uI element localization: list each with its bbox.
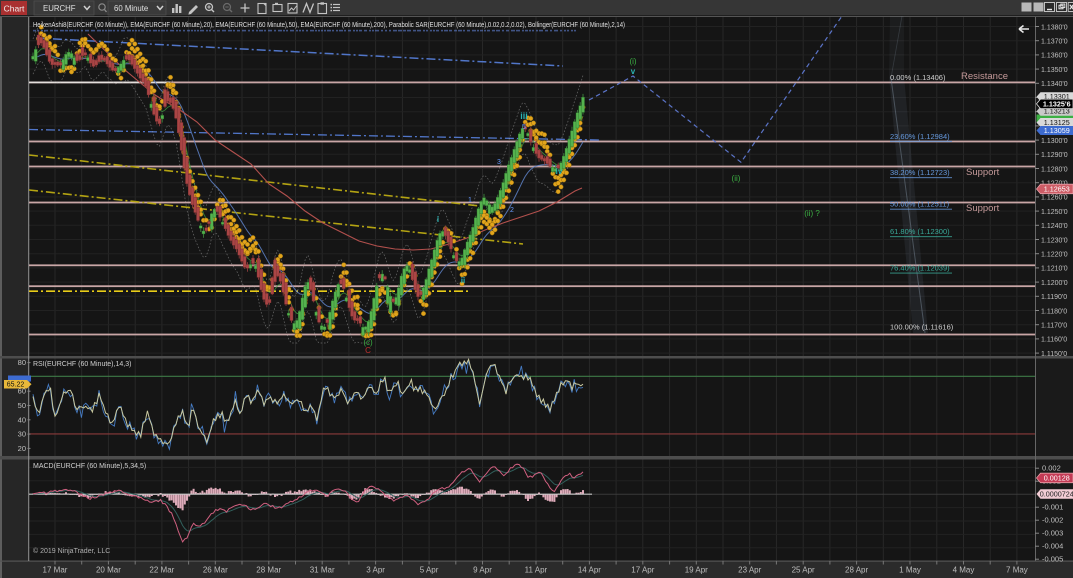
svg-text:Chart: Chart: [4, 4, 25, 14]
svg-text:1.1360'0: 1.1360'0: [1041, 53, 1068, 60]
svg-text:© 2019 NinjaTrader, LLC: © 2019 NinjaTrader, LLC: [33, 547, 110, 555]
svg-text:v: v: [631, 67, 636, 76]
svg-text:-0.002: -0.002: [1042, 516, 1063, 525]
svg-text:38.20% (1.12723): 38.20% (1.12723): [890, 168, 950, 177]
svg-text:1 May: 1 May: [899, 566, 921, 575]
svg-text:1.1340'0: 1.1340'0: [1041, 81, 1068, 88]
svg-text:MACD(EURCHF (60 Minute),5,34,5: MACD(EURCHF (60 Minute),5,34,5): [33, 463, 146, 470]
svg-text:76.40% (1.12039): 76.40% (1.12039): [890, 264, 950, 273]
svg-text:17 Mar: 17 Mar: [43, 566, 68, 575]
svg-text:-0.001: -0.001: [1042, 503, 1063, 512]
svg-text:1.1230'0: 1.1230'0: [1041, 237, 1068, 244]
svg-text:Support: Support: [966, 167, 1000, 178]
svg-text:i: i: [437, 215, 439, 224]
svg-text:100.00% (1.11616): 100.00% (1.11616): [890, 323, 954, 332]
svg-text:23.60% (1.12984): 23.60% (1.12984): [890, 132, 950, 141]
svg-text:1.1240'0: 1.1240'0: [1041, 223, 1068, 230]
svg-text:40: 40: [18, 415, 26, 424]
svg-text:26 Mar: 26 Mar: [203, 566, 228, 575]
svg-text:1.1200'0: 1.1200'0: [1041, 280, 1068, 287]
svg-text:iii: iii: [520, 111, 528, 121]
svg-text:1.1260'0: 1.1260'0: [1041, 195, 1068, 202]
svg-text:iv: iv: [556, 167, 563, 176]
svg-text:1: 1: [468, 197, 472, 204]
svg-text:5 Apr: 5 Apr: [420, 566, 439, 575]
svg-text:0.002: 0.002: [1042, 464, 1061, 473]
svg-text:ii: ii: [461, 276, 465, 285]
svg-text:1.1150'0: 1.1150'0: [1041, 351, 1067, 358]
svg-text:1.1280'0: 1.1280'0: [1041, 166, 1068, 173]
svg-text:31 Mar: 31 Mar: [310, 566, 335, 575]
svg-text:1.1380'0: 1.1380'0: [1041, 24, 1068, 31]
svg-text:1.1180'0: 1.1180'0: [1041, 308, 1067, 315]
svg-text:1.1370'0: 1.1370'0: [1041, 38, 1068, 45]
svg-text:1.1350'0: 1.1350'0: [1041, 67, 1068, 74]
svg-text:20: 20: [18, 444, 26, 453]
svg-text:50.00% (1.12511): 50.00% (1.12511): [890, 200, 950, 209]
svg-text:11 Apr: 11 Apr: [525, 566, 548, 575]
svg-text:(ii): (ii): [732, 174, 741, 183]
svg-text:-0.003: -0.003: [1042, 529, 1063, 538]
svg-text:Resistance: Resistance: [961, 71, 1008, 82]
svg-text:9 Apr: 9 Apr: [473, 566, 492, 575]
svg-text:22 Mar: 22 Mar: [149, 566, 174, 575]
svg-text:EURCHF: EURCHF: [43, 4, 76, 13]
svg-text:-0.004: -0.004: [1042, 542, 1063, 551]
svg-text:1.1160'0: 1.1160'0: [1041, 337, 1067, 344]
svg-text:17 Apr: 17 Apr: [631, 566, 654, 575]
svg-text:60 Minute: 60 Minute: [114, 4, 148, 13]
svg-text:3: 3: [497, 159, 501, 166]
svg-text:80: 80: [18, 358, 26, 367]
svg-text:1.1220'0: 1.1220'0: [1041, 251, 1068, 258]
svg-text:C: C: [365, 346, 371, 355]
svg-text:14 Apr: 14 Apr: [578, 566, 601, 575]
svg-text:3 Apr: 3 Apr: [366, 566, 385, 575]
svg-text:7 May: 7 May: [1006, 566, 1028, 575]
svg-text:23 Apr: 23 Apr: [738, 566, 761, 575]
svg-text:Support: Support: [966, 203, 1000, 214]
svg-text:4 May: 4 May: [953, 566, 975, 575]
svg-text:1.1250'0: 1.1250'0: [1041, 209, 1068, 216]
svg-text:19 Apr: 19 Apr: [685, 566, 708, 575]
svg-text:30: 30: [18, 430, 26, 439]
svg-text:0.0000724: 0.0000724: [1040, 490, 1073, 499]
svg-text:1.1325'6: 1.1325'6: [1043, 99, 1071, 108]
svg-text:HeikenAshi8(EURCHF (60 Minute): HeikenAshi8(EURCHF (60 Minute)), EMA(EUR…: [33, 22, 625, 29]
svg-text:5: 5: [522, 124, 526, 131]
svg-text:0.00% (1.13406): 0.00% (1.13406): [890, 73, 946, 82]
svg-text:1.1290'0: 1.1290'0: [1041, 152, 1068, 159]
svg-text:1.13059: 1.13059: [1044, 126, 1070, 135]
svg-text:1.1210'0: 1.1210'0: [1041, 266, 1068, 273]
svg-text:2: 2: [510, 207, 514, 214]
svg-text:(i): (i): [629, 57, 636, 66]
svg-text:RSI(EURCHF (60 Minute),14,3): RSI(EURCHF (60 Minute),14,3): [33, 361, 131, 368]
svg-text:-0.005: -0.005: [1042, 555, 1063, 564]
svg-text:1.1300'0: 1.1300'0: [1041, 138, 1068, 145]
svg-text:65.22: 65.22: [7, 382, 25, 389]
svg-text:(ii) ?: (ii) ?: [804, 209, 820, 218]
svg-text:1.1170'0: 1.1170'0: [1041, 322, 1067, 329]
svg-text:28 Apr: 28 Apr: [845, 566, 868, 575]
svg-text:28 Mar: 28 Mar: [256, 566, 281, 575]
svg-text:61.80% (1.12300): 61.80% (1.12300): [890, 227, 950, 236]
svg-text:50: 50: [18, 401, 26, 410]
svg-text:20 Mar: 20 Mar: [96, 566, 121, 575]
svg-text:25 Apr: 25 Apr: [792, 566, 815, 575]
svg-text:0.00128: 0.00128: [1044, 474, 1070, 483]
svg-text:1.1190'0: 1.1190'0: [1041, 294, 1067, 301]
svg-text:1.12653: 1.12653: [1044, 185, 1070, 194]
